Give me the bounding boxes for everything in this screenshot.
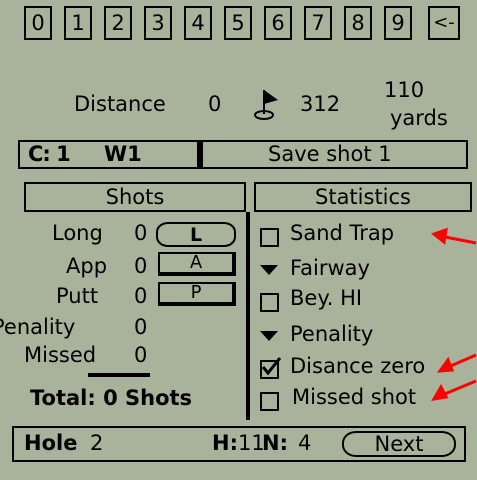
missed-shot-arrow (439, 379, 477, 398)
distance-unit: yards (390, 106, 448, 130)
key-9[interactable]: 9 (384, 6, 412, 40)
flag-pin-icon (252, 88, 282, 122)
total-separator (88, 373, 150, 377)
putt-shot-button[interactable]: P (158, 282, 236, 306)
key-1[interactable]: 1 (64, 6, 92, 40)
distance-zero-label: Disance zero (290, 354, 426, 378)
sand-trap-checkbox[interactable] (260, 228, 279, 247)
pin-distance-value: 312 (300, 92, 341, 116)
backspace-key[interactable]: <- (428, 6, 460, 40)
h-label: H: (212, 431, 238, 455)
key-0[interactable]: 0 (24, 6, 52, 40)
hole-number: 2 (90, 431, 104, 455)
remaining-distance: 110 (384, 78, 425, 102)
penality-label: Penality (0, 315, 76, 339)
long-count: 0 (134, 221, 148, 245)
h-value: 11 (238, 431, 265, 455)
sand-trap-arrow (439, 234, 477, 245)
long-label: Long (52, 221, 103, 245)
distance-value: 0 (208, 92, 222, 116)
key-3[interactable]: 3 (144, 6, 172, 40)
putt-count: 0 (134, 284, 148, 308)
putt-label: Putt (56, 284, 99, 308)
key-6[interactable]: 6 (264, 6, 292, 40)
fairway-label: Fairway (290, 256, 370, 280)
shot-bar-divider (197, 140, 203, 169)
distance-zero-checkbox[interactable] (260, 357, 282, 379)
missed-label: Missed (24, 343, 97, 367)
next-button[interactable]: Next (342, 431, 456, 457)
missed-shot-checkbox[interactable] (260, 392, 279, 411)
shot-bar (18, 140, 468, 169)
penality-dropdown-icon[interactable] (260, 331, 278, 341)
key-8[interactable]: 8 (344, 6, 372, 40)
hole-label: Hole (24, 431, 78, 455)
approach-label: App (66, 254, 108, 278)
club-prefix: C: 1 (28, 142, 71, 166)
fairway-dropdown-icon[interactable] (260, 265, 278, 275)
distance-label: Distance (74, 92, 166, 116)
penality-count: 0 (134, 315, 148, 339)
key-4[interactable]: 4 (184, 6, 212, 40)
club-name[interactable]: W1 (104, 142, 142, 166)
long-shot-button[interactable]: L (156, 222, 236, 247)
bey-hi-checkbox[interactable] (260, 293, 279, 312)
column-divider (246, 212, 250, 420)
approach-shot-button[interactable]: A (158, 252, 236, 276)
key-7[interactable]: 7 (304, 6, 332, 40)
missed-count: 0 (134, 343, 148, 367)
approach-count: 0 (134, 254, 148, 278)
n-label: N: (262, 431, 288, 455)
keypad: 0 1 2 3 4 5 6 7 8 9 <- (0, 0, 477, 46)
missed-shot-label: Missed shot (292, 385, 417, 409)
penality-stat-label: Penality (290, 322, 374, 346)
statistics-header: Statistics (254, 182, 472, 212)
bey-hi-label: Bey. HI (290, 286, 363, 310)
total-shots: Total: 0 Shots (30, 386, 193, 410)
save-shot-button[interactable]: Save shot 1 (268, 142, 392, 166)
shots-header: Shots (24, 182, 246, 212)
distance-zero-arrow (445, 353, 477, 370)
n-value: 4 (298, 431, 312, 455)
checkmark-icon (261, 357, 282, 376)
key-2[interactable]: 2 (104, 6, 132, 40)
key-5[interactable]: 5 (224, 6, 252, 40)
sand-trap-label: Sand Trap (290, 221, 395, 245)
